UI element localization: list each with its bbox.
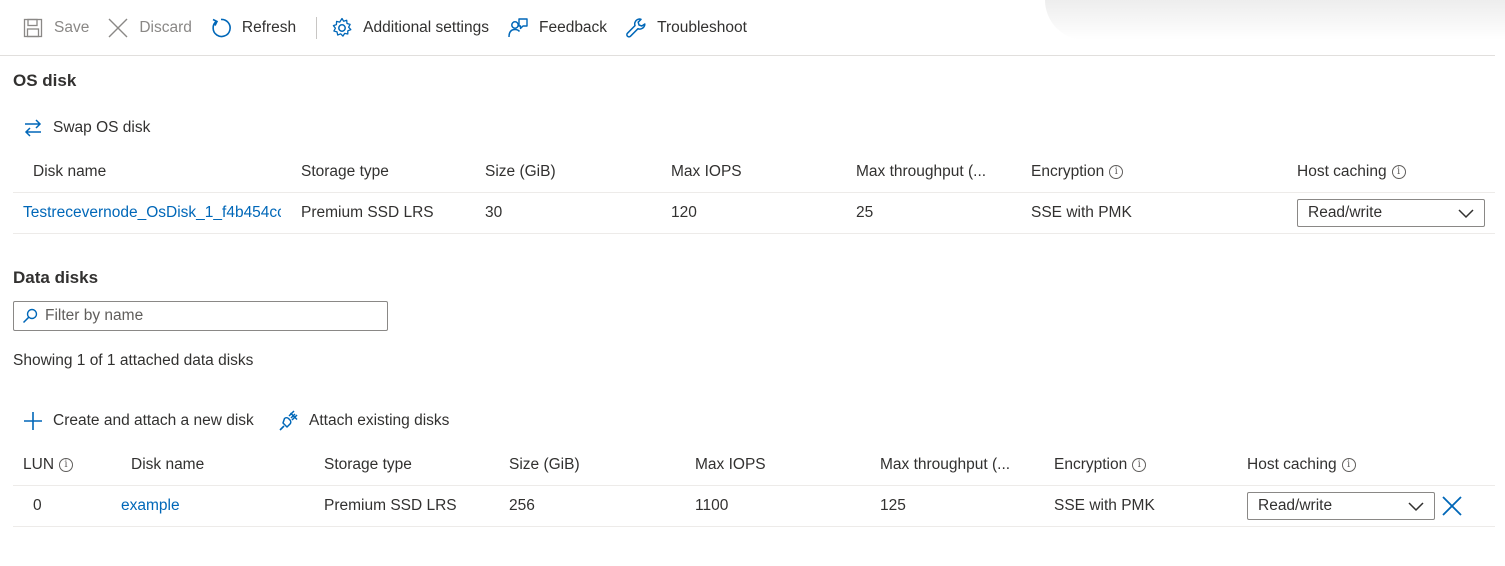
col-host-caching: Host caching i xyxy=(1247,445,1356,485)
additional-settings-button[interactable]: Additional settings xyxy=(329,10,497,46)
os-disk-name-link[interactable]: Testrecevernode_OsDisk_1_f4b454cc xyxy=(23,193,281,233)
os-disk-max-throughput: 25 xyxy=(856,204,874,221)
save-icon xyxy=(22,17,44,39)
refresh-button[interactable]: Refresh xyxy=(208,10,304,46)
chevron-down-icon xyxy=(1458,209,1474,219)
save-button[interactable]: Save xyxy=(20,10,97,46)
col-encryption-label: Encryption xyxy=(1054,456,1128,473)
col-lun-label: LUN xyxy=(23,456,55,473)
col-encryption: Encryption i xyxy=(1031,152,1124,192)
filter-box[interactable] xyxy=(13,301,388,331)
gear-icon xyxy=(331,17,353,39)
col-disk-name: Disk name xyxy=(131,456,205,473)
refresh-label: Refresh xyxy=(241,18,297,36)
additional-settings-label: Additional settings xyxy=(363,18,489,36)
os-disk-max-iops: 120 xyxy=(671,204,697,221)
info-icon[interactable]: i xyxy=(1109,165,1124,179)
table-header: Disk name Storage type Size (GiB) Max IO… xyxy=(13,152,1495,193)
close-icon xyxy=(1442,496,1462,516)
data-disk-name-link[interactable]: example xyxy=(121,486,180,526)
col-host-caching-label: Host caching xyxy=(1247,456,1337,473)
toolbar-divider xyxy=(316,16,318,39)
table-row: 0 example Premium SSD LRS 256 1100 125 S… xyxy=(13,486,1495,527)
data-disk-storage-type: Premium SSD LRS xyxy=(324,497,457,514)
save-label: Save xyxy=(54,18,90,36)
col-max-throughput: Max throughput (... xyxy=(856,163,987,180)
data-disk-max-iops: 1100 xyxy=(695,497,729,514)
filter-input[interactable] xyxy=(45,307,365,325)
os-disk-table: Disk name Storage type Size (GiB) Max IO… xyxy=(13,152,1495,234)
data-disk-max-throughput: 125 xyxy=(880,497,906,514)
data-disk-encryption: SSE with PMK xyxy=(1054,497,1155,514)
wrench-icon xyxy=(625,17,647,39)
plus-icon xyxy=(22,410,44,432)
data-host-caching-value: Read/write xyxy=(1258,497,1333,514)
col-max-iops: Max IOPS xyxy=(671,163,742,180)
feedback-icon xyxy=(507,17,529,39)
col-size: Size (GiB) xyxy=(509,456,580,473)
feedback-label: Feedback xyxy=(538,18,608,36)
discard-button[interactable]: Discard xyxy=(105,10,200,46)
search-icon xyxy=(22,308,38,324)
os-disk-encryption: SSE with PMK xyxy=(1031,204,1132,221)
col-size: Size (GiB) xyxy=(485,163,556,180)
detach-disk-button[interactable] xyxy=(1440,494,1464,518)
refresh-icon xyxy=(210,17,232,39)
swap-icon xyxy=(22,117,44,139)
col-encryption-label: Encryption xyxy=(1031,163,1105,180)
col-lun: LUN i xyxy=(23,445,74,485)
data-host-caching-dropdown[interactable]: Read/write xyxy=(1247,492,1435,520)
os-host-caching-dropdown[interactable]: Read/write xyxy=(1297,199,1485,227)
col-disk-name: Disk name xyxy=(33,163,107,180)
swap-os-disk-button[interactable]: Swap OS disk xyxy=(22,117,150,139)
col-host-caching-label: Host caching xyxy=(1297,163,1387,180)
feedback-button[interactable]: Feedback xyxy=(505,10,615,46)
col-storage-type: Storage type xyxy=(301,163,389,180)
table-row: Testrecevernode_OsDisk_1_f4b454cc Premiu… xyxy=(13,193,1495,234)
swap-os-disk-label: Swap OS disk xyxy=(53,119,151,136)
info-icon[interactable]: i xyxy=(1132,458,1147,472)
os-host-caching-value: Read/write xyxy=(1308,204,1383,221)
attach-existing-disks-button[interactable]: Attach existing disks xyxy=(278,410,449,432)
os-disk-storage-type: Premium SSD LRS xyxy=(301,204,434,221)
info-icon[interactable]: i xyxy=(1341,458,1356,472)
showing-count: Showing 1 of 1 attached data disks xyxy=(13,352,254,369)
col-encryption: Encryption i xyxy=(1054,445,1147,485)
os-disk-title: OS disk xyxy=(13,71,77,90)
discard-label: Discard xyxy=(139,18,192,36)
table-header: LUN i Disk name Storage type Size (GiB) … xyxy=(13,445,1495,486)
troubleshoot-label: Troubleshoot xyxy=(657,18,747,36)
col-max-throughput: Max throughput (... xyxy=(880,456,1011,473)
troubleshoot-button[interactable]: Troubleshoot xyxy=(623,10,755,46)
col-host-caching: Host caching i xyxy=(1297,152,1406,192)
data-disks-title: Data disks xyxy=(13,268,99,287)
attach-existing-disks-label: Attach existing disks xyxy=(309,412,450,429)
col-max-iops: Max IOPS xyxy=(695,456,766,473)
create-attach-disk-label: Create and attach a new disk xyxy=(53,412,254,429)
create-attach-disk-button[interactable]: Create and attach a new disk xyxy=(22,410,254,432)
col-storage-type: Storage type xyxy=(324,456,412,473)
chevron-down-icon xyxy=(1408,502,1424,512)
data-disks-table: LUN i Disk name Storage type Size (GiB) … xyxy=(13,445,1495,527)
data-disk-lun: 0 xyxy=(33,497,42,514)
data-disk-size: 256 xyxy=(509,497,535,514)
plug-icon xyxy=(278,410,300,432)
os-disk-size: 30 xyxy=(485,204,503,221)
info-icon[interactable]: i xyxy=(1391,165,1406,179)
close-icon xyxy=(107,17,129,39)
info-icon[interactable]: i xyxy=(59,458,74,472)
command-bar: Save Discard Refresh Additional settings… xyxy=(0,0,1495,56)
